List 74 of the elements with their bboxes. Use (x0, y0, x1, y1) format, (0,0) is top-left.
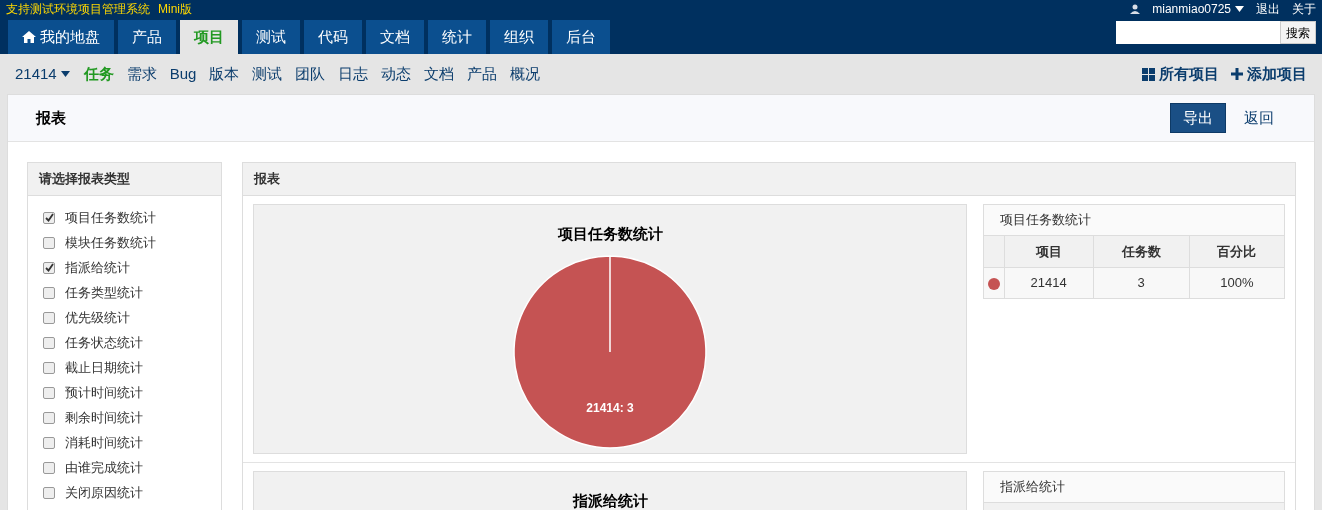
chart-title: 项目任务数统计 (557, 224, 663, 244)
back-button[interactable]: 返回 (1232, 103, 1286, 133)
checkbox-label: 消耗时间统计 (65, 433, 143, 452)
plus-icon (1231, 68, 1243, 80)
toolbar-link[interactable]: 添加项目 (1231, 62, 1307, 86)
table-cell: 21414 (1030, 275, 1067, 290)
toolbar-link[interactable]: 所有项目 (1142, 62, 1219, 86)
checkbox-label: 预计时间统计 (65, 383, 143, 402)
caret-icon (60, 71, 70, 77)
chart-title: 指派给统计 (572, 491, 648, 510)
subnav-link[interactable]: 版本 (209, 62, 240, 86)
user-menu[interactable]: mianmiao0725 (1152, 2, 1244, 16)
table-title: 指派给统计 (1000, 478, 1065, 497)
column-header: 百分比 (1217, 243, 1257, 259)
home-icon (22, 31, 36, 43)
checkbox[interactable] (43, 361, 55, 374)
checkbox[interactable] (43, 436, 55, 449)
app-title: 支持测试环境项目管理系统 (6, 2, 150, 16)
nav-tab[interactable]: 组织 (490, 20, 548, 54)
checkbox[interactable] (43, 336, 55, 349)
checkbox-label: 关闭原因统计 (65, 483, 143, 502)
checkbox-label: 任务类型统计 (65, 283, 143, 302)
subnav-link[interactable]: 概况 (510, 62, 541, 86)
nav-tab[interactable]: 产品 (118, 20, 176, 54)
checkbox[interactable] (43, 386, 55, 399)
panel-title: 请选择报表类型 (39, 170, 130, 189)
checkbox[interactable] (43, 236, 55, 249)
header-link[interactable]: 关于 (1292, 2, 1316, 16)
checkbox[interactable] (43, 261, 55, 274)
checkbox-label: 截止日期统计 (65, 358, 143, 377)
subnav-link[interactable]: 文档 (424, 62, 455, 86)
checkbox[interactable] (43, 486, 55, 499)
search-button[interactable]: 搜索 (1280, 21, 1316, 44)
table-cell: 100% (1220, 275, 1254, 290)
subnav-link[interactable]: 测试 (252, 62, 283, 86)
export-button[interactable]: 导出 (1170, 103, 1226, 133)
checkbox[interactable] (43, 286, 55, 299)
checkbox[interactable] (43, 211, 55, 224)
subnav-link[interactable]: Bug (169, 62, 197, 86)
nav-tab[interactable]: 测试 (242, 20, 300, 54)
nav-tab[interactable]: 代码 (304, 20, 362, 54)
table-title: 项目任务数统计 (1000, 211, 1091, 230)
subnav-link[interactable]: 产品 (467, 62, 498, 86)
user-icon (1130, 4, 1141, 14)
column-header: 项目 (1035, 243, 1062, 259)
nav-tab[interactable]: 后台 (552, 20, 610, 54)
checkbox-label: 剩余时间统计 (65, 408, 143, 427)
subnav-link[interactable]: 动态 (381, 62, 412, 86)
checkbox-label: 项目任务数统计 (65, 208, 156, 227)
checkbox[interactable] (43, 411, 55, 424)
checkbox-label: 优先级统计 (65, 308, 130, 327)
edition-label: Mini版 (158, 2, 192, 16)
pie-label: 21414: 3 (586, 400, 634, 415)
nav-tab[interactable]: 我的地盘 (8, 20, 114, 54)
table-cell: 3 (1137, 275, 1145, 290)
checkbox-label: 由谁完成统计 (65, 458, 143, 477)
caret-icon (1235, 6, 1244, 12)
checkbox-label: 任务状态统计 (65, 333, 143, 352)
subnav-link[interactable]: 需求 (126, 62, 157, 86)
checkbox-label: 指派给统计 (65, 258, 130, 277)
grid-icon (1142, 67, 1155, 81)
header-link[interactable]: 退出 (1256, 2, 1280, 16)
subnav-link[interactable]: 日志 (338, 62, 369, 86)
subnav-link[interactable]: 团队 (295, 62, 326, 86)
column-header: 任务数 (1121, 243, 1161, 259)
checkbox-label: 模块任务数统计 (65, 233, 156, 252)
page-title: 报表 (36, 107, 66, 128)
nav-tab[interactable]: 统计 (428, 20, 486, 54)
search-field[interactable] (1116, 21, 1280, 44)
checkbox[interactable] (43, 461, 55, 474)
checkbox[interactable] (43, 311, 55, 324)
nav-tab[interactable]: 文档 (366, 20, 424, 54)
project-selector[interactable]: 21414 (15, 62, 70, 86)
panel-title: 报表 (254, 170, 280, 189)
